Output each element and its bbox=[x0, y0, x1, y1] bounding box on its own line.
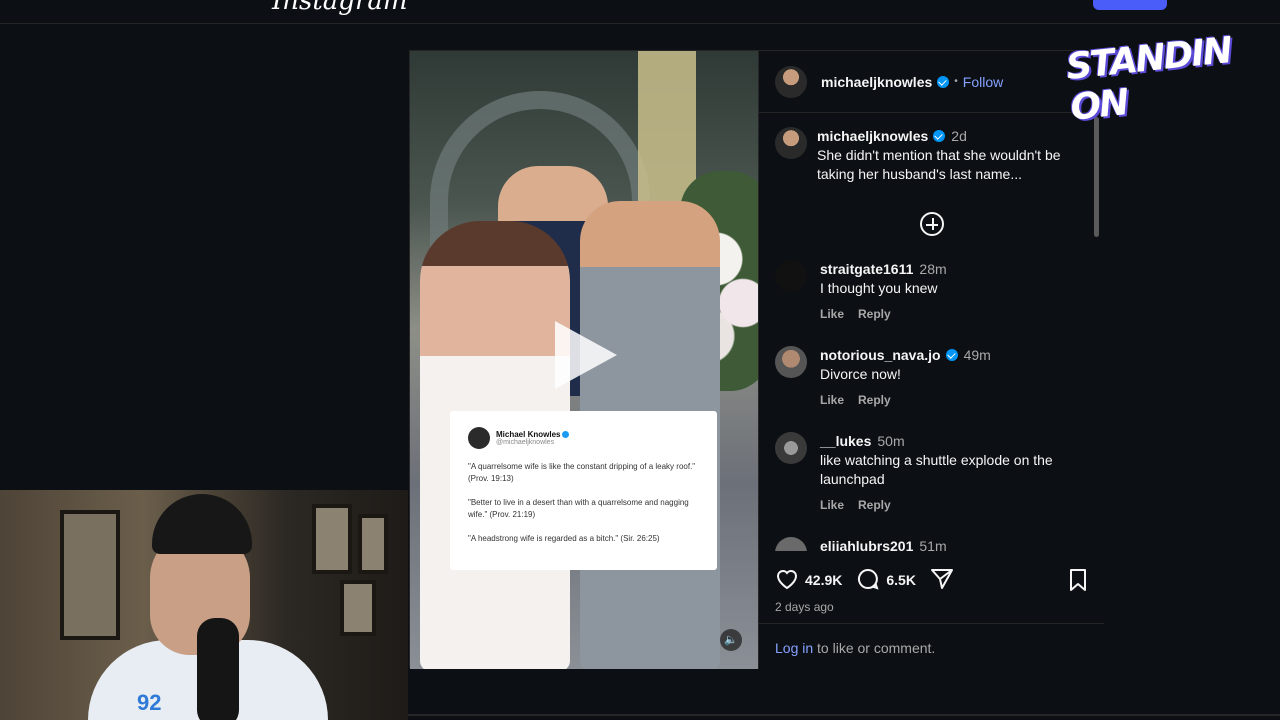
comment-username[interactable]: __lukes bbox=[820, 433, 871, 449]
reply-comment-button[interactable]: Reply bbox=[858, 498, 891, 512]
bookmark-icon[interactable] bbox=[1068, 568, 1088, 595]
page-divider bbox=[408, 714, 1280, 716]
comment-time: 49m bbox=[963, 347, 991, 363]
speaker-icon[interactable]: 🔈 bbox=[720, 629, 742, 651]
load-more-comments-icon[interactable] bbox=[919, 212, 944, 236]
comment-text: Divorce now! bbox=[820, 366, 901, 382]
author-username-text: michaeljknowles bbox=[821, 73, 933, 90]
comment-group: 6.5K bbox=[856, 567, 916, 594]
post-caption: michaeljknowles 2d She didn't mention tha… bbox=[775, 127, 1088, 184]
comment-text: like watching a shuttle explode on the l… bbox=[820, 452, 1053, 487]
tweet-avatar bbox=[468, 427, 490, 449]
separator-dot: • bbox=[954, 76, 958, 87]
tweet-line: "A quarrelsome wife is like the constant… bbox=[468, 462, 696, 483]
comment-item: straitgate1611 28m I thought you knew Lik… bbox=[775, 260, 1088, 324]
post-video[interactable]: Michael Knowles @michaeljknowles "A quar… bbox=[410, 51, 758, 669]
comment-item: elijahlubrs201 51m bbox=[775, 537, 1088, 551]
tweet-handle: @michaeljknowles bbox=[496, 439, 555, 446]
post-header: michaeljknowles • Follow bbox=[759, 51, 1103, 113]
comment-body: __lukes 50m like watching a shuttle explo… bbox=[820, 432, 1088, 515]
author-avatar[interactable] bbox=[775, 65, 807, 98]
comment-actions: Like Reply bbox=[820, 305, 947, 324]
streamer-cap bbox=[152, 494, 252, 554]
author-username[interactable]: michaeljknowles bbox=[821, 73, 950, 90]
log-in-link[interactable]: Log in bbox=[775, 640, 813, 656]
comment-username[interactable]: straitgate1611 bbox=[820, 261, 913, 277]
comment-icon[interactable] bbox=[856, 567, 880, 594]
comment-username[interactable]: notorious_nava.jo bbox=[820, 347, 941, 363]
comment-item: notorious_nava.jo 49m Divorce now! Like Re… bbox=[775, 346, 1088, 410]
wall-picture-frame bbox=[312, 504, 352, 574]
comments-list[interactable]: michaeljknowles 2d She didn't mention tha… bbox=[759, 114, 1104, 551]
comment-item: __lukes 50m like watching a shuttle explo… bbox=[775, 432, 1088, 515]
stream-overlay-logo: STANDIN ON bbox=[1064, 30, 1233, 129]
like-comment-button[interactable]: Like bbox=[820, 393, 844, 407]
share-group bbox=[930, 568, 960, 593]
instagram-logo[interactable]: Instagram bbox=[272, 0, 408, 16]
tweet-header: Michael Knowles @michaeljknowles bbox=[468, 427, 699, 449]
comment-time: 51m bbox=[919, 538, 947, 551]
caption-username[interactable]: michaeljknowles bbox=[817, 128, 928, 144]
wall-picture-frame bbox=[358, 514, 388, 574]
wall-picture-frame bbox=[340, 580, 376, 636]
like-comment-button[interactable]: Like bbox=[820, 307, 844, 321]
comment-username[interactable]: elijahlubrs201 bbox=[820, 538, 913, 551]
follow-button[interactable]: Follow bbox=[963, 74, 1003, 90]
post-actions-bar: 42.9K 6.5K bbox=[775, 565, 1088, 595]
caption-time: 2d bbox=[951, 128, 967, 144]
comment-avatar[interactable] bbox=[775, 432, 807, 464]
comment-time: 50m bbox=[877, 433, 905, 449]
shirt-logo: 92 bbox=[137, 690, 162, 715]
verified-icon bbox=[945, 349, 958, 361]
webcam-feed: 92 bbox=[0, 490, 408, 720]
post-dialog: Michael Knowles @michaeljknowles "A quar… bbox=[409, 50, 1104, 672]
share-icon[interactable] bbox=[930, 568, 954, 593]
reply-comment-button[interactable]: Reply bbox=[858, 307, 891, 321]
like-group: 42.9K bbox=[775, 568, 842, 593]
tweet-line: "A headstrong wife is regarded as a bitc… bbox=[468, 534, 660, 544]
heart-icon[interactable] bbox=[775, 568, 799, 593]
caption-body: michaeljknowles 2d She didn't mention tha… bbox=[817, 127, 1088, 184]
comment-time: 28m bbox=[919, 261, 947, 277]
comment-text: I thought you knew bbox=[820, 280, 938, 296]
comment-avatar[interactable] bbox=[775, 346, 807, 378]
post-date: 2 days ago bbox=[775, 600, 834, 614]
comment-actions: Like Reply bbox=[820, 496, 1088, 515]
verified-icon bbox=[562, 431, 570, 439]
comment-body: straitgate1611 28m I thought you knew Lik… bbox=[820, 260, 947, 324]
verified-icon bbox=[937, 75, 950, 88]
verified-icon bbox=[933, 130, 946, 142]
caption-text: She didn't mention that she wouldn't be … bbox=[817, 147, 1061, 182]
reply-comment-button[interactable]: Reply bbox=[858, 393, 891, 407]
comment-actions: Like Reply bbox=[820, 391, 991, 410]
like-comment-button[interactable]: Like bbox=[820, 498, 844, 512]
log-in-button[interactable] bbox=[1093, 0, 1167, 10]
comment-body: notorious_nava.jo 49m Divorce now! Like Re… bbox=[820, 346, 991, 410]
tweet-line: "Better to live in a desert than with a … bbox=[468, 498, 689, 519]
embedded-tweet-card: Michael Knowles @michaeljknowles "A quar… bbox=[450, 411, 717, 570]
wall-picture-frame bbox=[60, 510, 120, 640]
play-icon[interactable] bbox=[555, 321, 617, 389]
top-navigation-bar: Instagram bbox=[0, 0, 1280, 24]
post-sidebar: michaeljknowles • Follow michaeljknowles… bbox=[758, 51, 1104, 672]
comment-avatar[interactable] bbox=[775, 537, 807, 551]
comment-avatar[interactable] bbox=[775, 260, 807, 292]
tweet-author-name: Michael Knowles bbox=[496, 430, 561, 439]
login-prompt-text: to like or comment. bbox=[813, 640, 936, 656]
microphone-icon bbox=[197, 618, 239, 720]
comment-count: 6.5K bbox=[886, 572, 916, 588]
comments-scrollbar[interactable] bbox=[1094, 117, 1099, 237]
comment-body: elijahlubrs201 51m bbox=[820, 537, 947, 551]
like-count: 42.9K bbox=[805, 572, 843, 588]
login-prompt: Log in to like or comment. bbox=[759, 623, 1104, 672]
author-avatar[interactable] bbox=[775, 127, 807, 159]
